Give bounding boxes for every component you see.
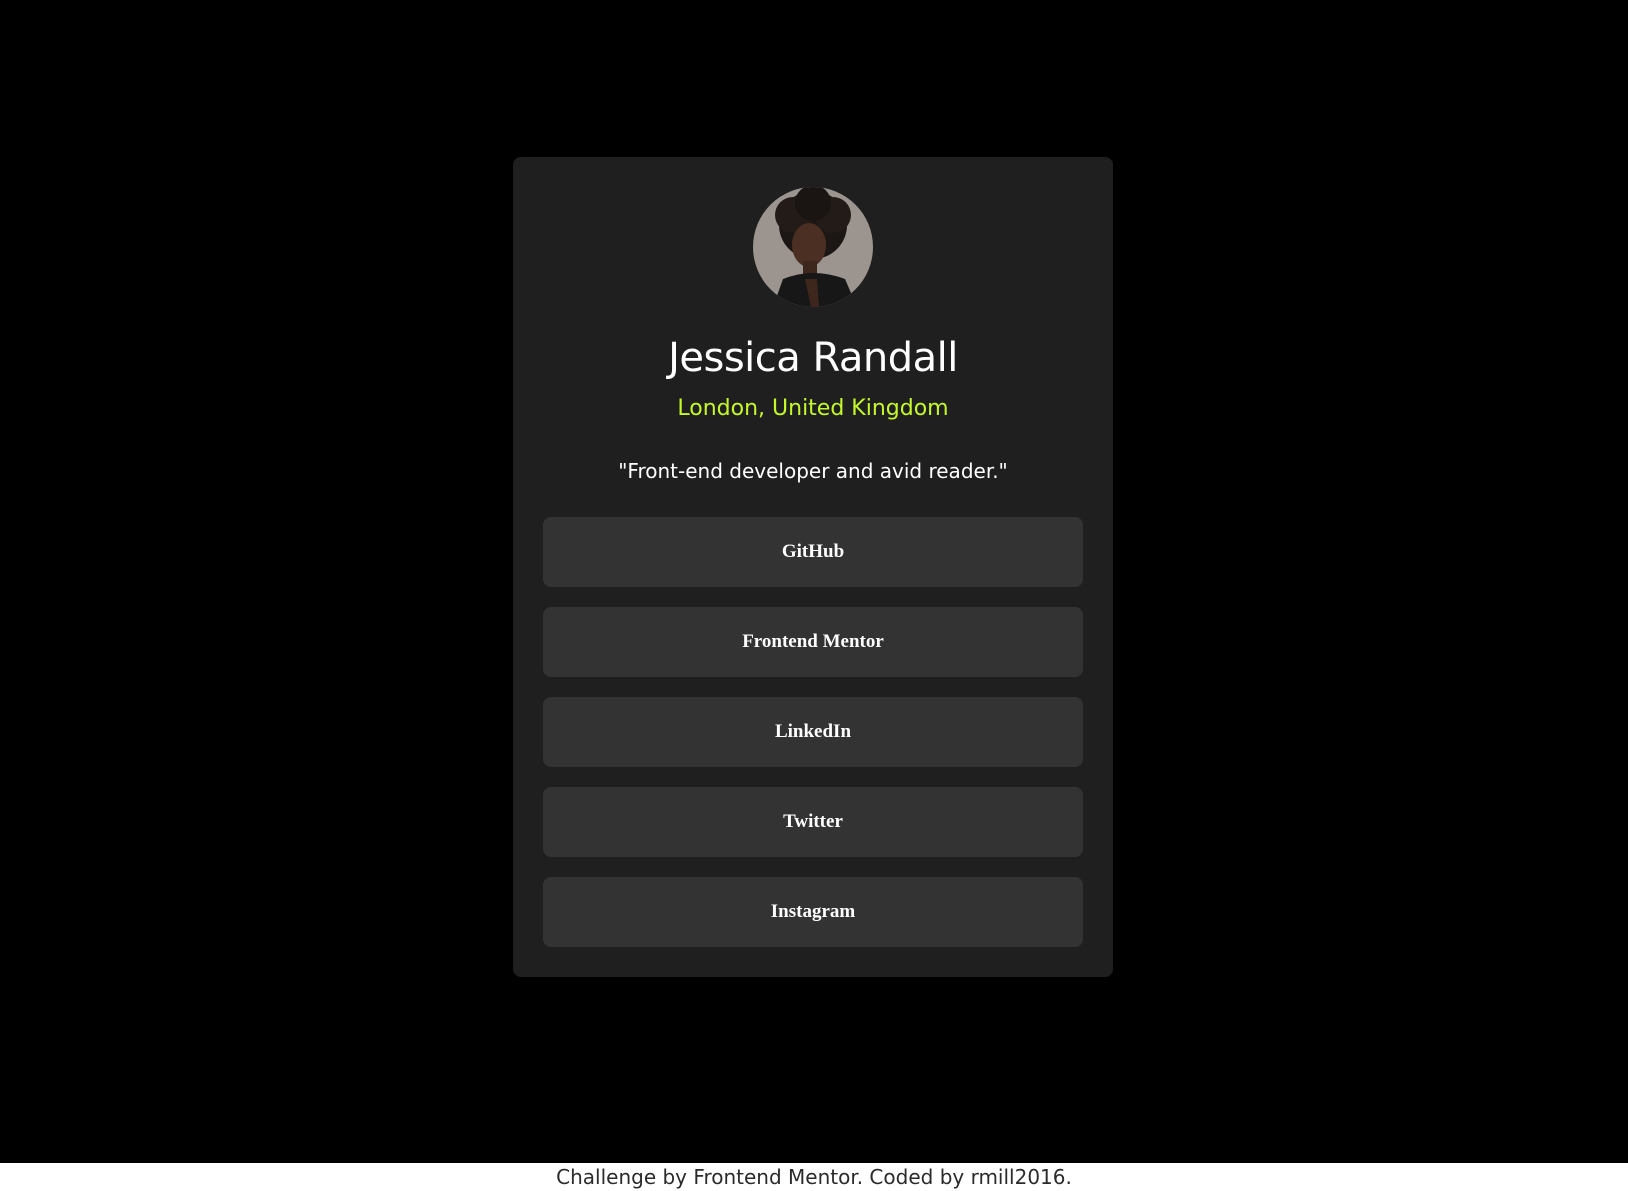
footer-middle: . Coded by xyxy=(856,1165,965,1189)
attribution-footer: Challenge by Frontend Mentor. Coded by r… xyxy=(0,1163,1628,1191)
instagram-link-button[interactable]: Instagram xyxy=(543,877,1083,947)
profile-location: London, United Kingdom xyxy=(677,396,949,421)
avatar xyxy=(753,187,873,307)
linkedin-link-button[interactable]: LinkedIn xyxy=(543,697,1083,767)
frontend-mentor-attribution-link[interactable]: Frontend Mentor xyxy=(693,1165,856,1189)
social-links: GitHub Frontend Mentor LinkedIn Twitter … xyxy=(543,517,1083,967)
profile-name: Jessica Randall xyxy=(668,335,958,381)
twitter-link-button[interactable]: Twitter xyxy=(543,787,1083,857)
frontend-mentor-link-button[interactable]: Frontend Mentor xyxy=(543,607,1083,677)
author-attribution-link[interactable]: rmill2016 xyxy=(971,1165,1066,1189)
avatar-image xyxy=(753,187,873,307)
github-link-button[interactable]: GitHub xyxy=(543,517,1083,587)
footer-prefix: Challenge by xyxy=(556,1165,688,1189)
profile-card: Jessica Randall London, United Kingdom "… xyxy=(513,157,1113,977)
profile-bio: "Front-end developer and avid reader." xyxy=(618,459,1008,483)
footer-suffix: . xyxy=(1065,1165,1072,1189)
